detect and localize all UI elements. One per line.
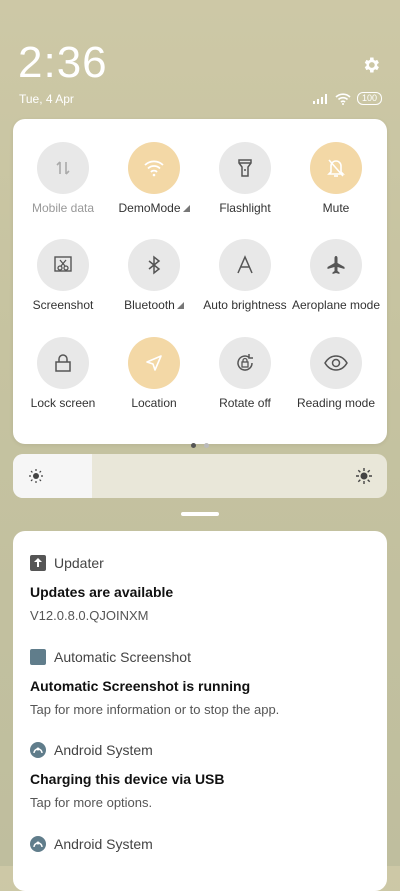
- screenshot-icon: [37, 239, 89, 291]
- tile-label-text: DemoMode: [118, 201, 181, 215]
- notification-android-system[interactable]: Android System Charging this device via …: [30, 742, 371, 810]
- notification-body: Tap for more options.: [30, 795, 153, 810]
- signal-triangle-icon: [176, 302, 184, 309]
- app-square-icon: [30, 649, 46, 665]
- tile-label: Reading mode: [296, 396, 376, 410]
- tile-flashlight[interactable]: Flashlight: [199, 142, 291, 215]
- tile-mute[interactable]: Mute: [290, 142, 382, 215]
- signal-triangle-icon: [182, 205, 190, 212]
- arrow-up-icon: [30, 555, 46, 571]
- page-dot[interactable]: [204, 443, 209, 448]
- notification-app-name: Android System: [54, 836, 153, 852]
- clock: 2:36: [18, 38, 108, 87]
- tile-rotate-off[interactable]: Rotate off: [199, 337, 291, 410]
- tile-mobile-data[interactable]: Mobile data: [17, 142, 109, 215]
- brightness-fill: [13, 454, 92, 498]
- brightness-slider[interactable]: [13, 454, 387, 498]
- notification-automatic-screenshot[interactable]: Automatic Screenshot Automatic Screensho…: [30, 649, 371, 717]
- notification-header: Android System: [30, 742, 371, 758]
- tile-label: Bluetooth: [108, 298, 200, 312]
- notification-app-name: Android System: [54, 742, 153, 758]
- notification-app-name: Updater: [54, 555, 104, 571]
- notification-title: Updates are available: [30, 584, 174, 600]
- tile-label: Rotate off: [219, 396, 271, 410]
- notification-android-system-2[interactable]: Android System: [30, 836, 371, 852]
- tile-label: Aeroplane mode: [291, 298, 381, 312]
- brightness-low-icon: [29, 469, 43, 483]
- notification-title: Charging this device via USB: [30, 771, 225, 787]
- android-system-icon: [30, 836, 46, 852]
- notification-updater[interactable]: Updater Updates are available V12.0.8.0.…: [30, 555, 371, 623]
- airplane-icon: [310, 239, 362, 291]
- eye-icon: [310, 337, 362, 389]
- flashlight-icon: [219, 142, 271, 194]
- quick-settings-panel: Mobile data DemoMode Flashlight Mute Scr…: [13, 119, 387, 448]
- mobile-data-icon: [37, 142, 89, 194]
- notification-header: Android System: [30, 836, 371, 852]
- tile-location[interactable]: Location: [108, 337, 200, 410]
- gear-icon[interactable]: [361, 55, 381, 75]
- tile-label: DemoMode: [108, 201, 200, 215]
- bell-off-icon: [310, 142, 362, 194]
- location-icon: [128, 337, 180, 389]
- tile-label: Location: [131, 396, 177, 410]
- bluetooth-icon: [128, 239, 180, 291]
- notification-body: Tap for more information or to stop the …: [30, 702, 280, 717]
- tile-label: Auto brightness: [203, 298, 287, 312]
- page-indicator: [13, 435, 387, 453]
- tile-label-text: Bluetooth: [124, 298, 175, 312]
- tile-reading-mode[interactable]: Reading mode: [290, 337, 382, 410]
- tile-label: Mobile data: [31, 201, 95, 215]
- tile-demomode[interactable]: DemoMode: [108, 142, 200, 215]
- tile-aeroplane-mode[interactable]: Aeroplane mode: [290, 239, 382, 312]
- notification-title: Automatic Screenshot is running: [30, 678, 251, 694]
- notification-body: V12.0.8.0.QJOINXM: [30, 608, 149, 623]
- notification-header: Automatic Screenshot: [30, 649, 371, 665]
- tile-label: Screenshot: [32, 298, 94, 312]
- wifi-status-icon: [335, 92, 351, 105]
- tile-label: Flashlight: [219, 201, 271, 215]
- status-icons: 100: [312, 92, 382, 105]
- signal-icon: [312, 93, 327, 104]
- lock-icon: [37, 337, 89, 389]
- notification-header: Updater: [30, 555, 371, 571]
- battery-indicator: 100: [356, 92, 382, 105]
- android-system-icon: [30, 742, 46, 758]
- tile-label: Lock screen: [30, 396, 96, 410]
- brightness-high-icon: [356, 468, 372, 484]
- tile-lock-screen[interactable]: Lock screen: [17, 337, 109, 410]
- date: Tue, 4 Apr: [19, 92, 74, 106]
- drag-handle[interactable]: [181, 512, 219, 516]
- tile-label: Mute: [322, 201, 350, 215]
- notification-panel: Updater Updates are available V12.0.8.0.…: [13, 531, 387, 891]
- tile-auto-brightness[interactable]: Auto brightness: [199, 239, 291, 312]
- page-dot-active[interactable]: [191, 443, 196, 448]
- rotate-icon: [219, 337, 271, 389]
- auto-brightness-icon: [219, 239, 271, 291]
- tile-bluetooth[interactable]: Bluetooth: [108, 239, 200, 312]
- wifi-icon: [128, 142, 180, 194]
- tile-screenshot[interactable]: Screenshot: [17, 239, 109, 312]
- notification-app-name: Automatic Screenshot: [54, 649, 191, 665]
